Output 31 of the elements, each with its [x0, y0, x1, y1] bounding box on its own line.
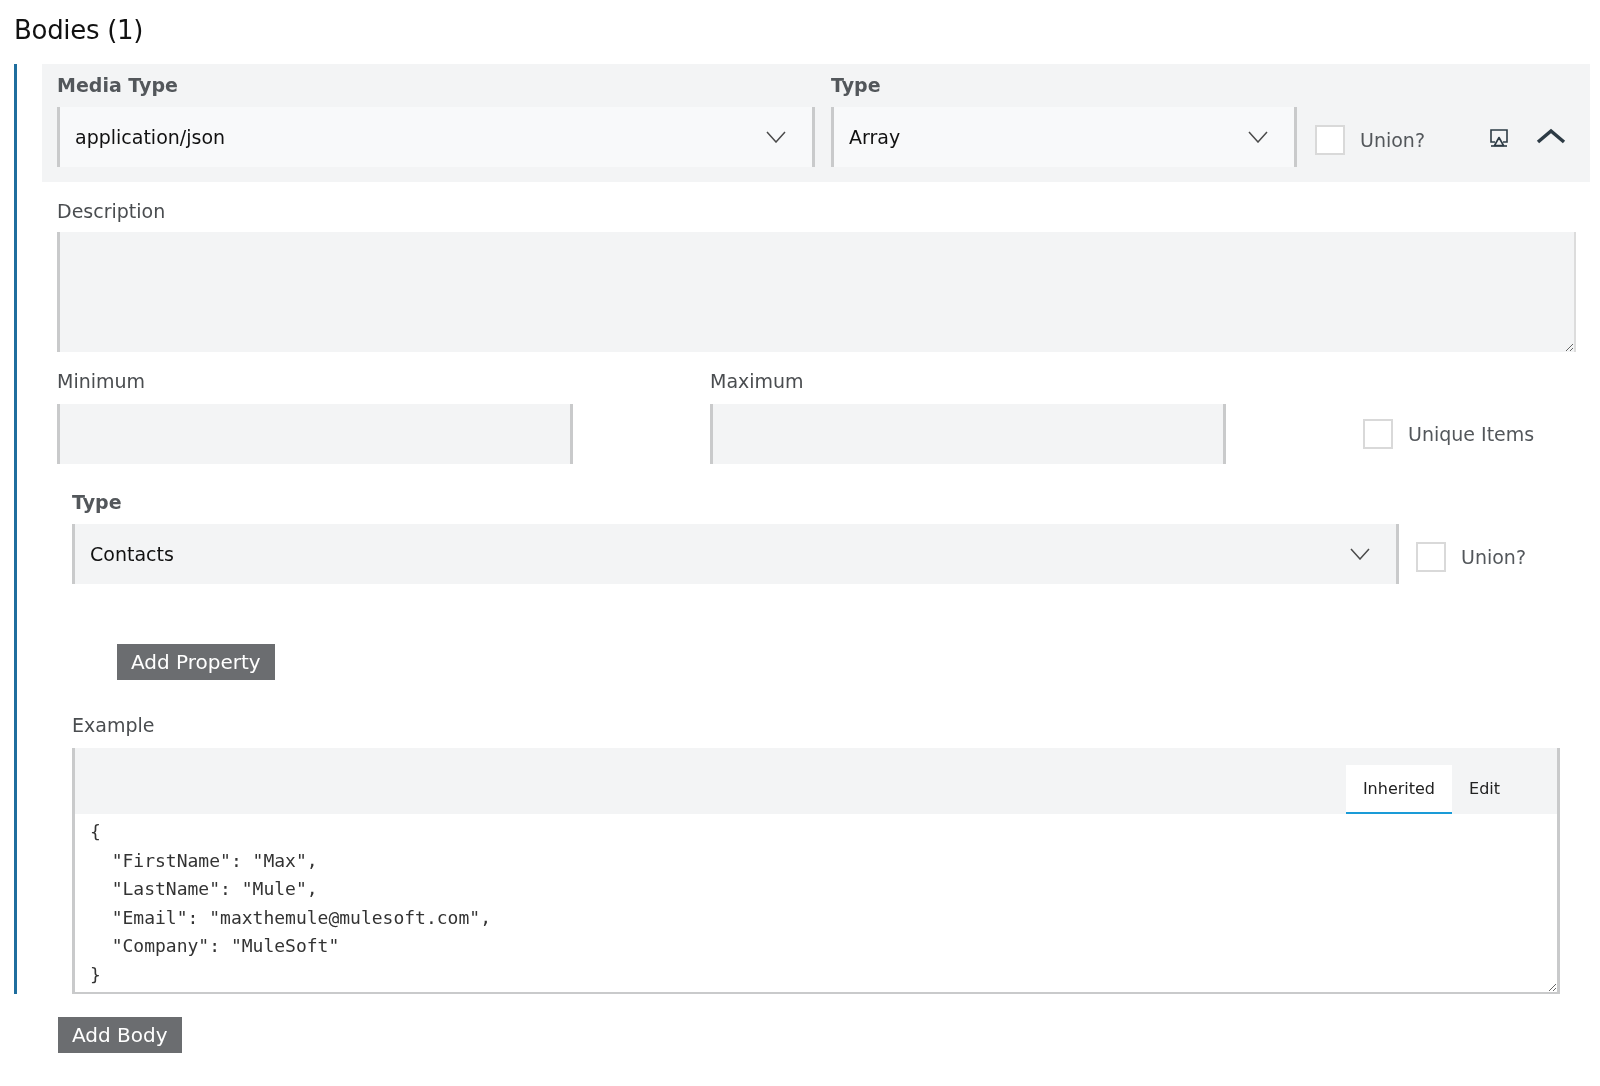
field-label: Description — [57, 199, 166, 223]
checkbox-label: Union? — [1360, 129, 1425, 151]
example-code-text: { "FirstName": "Max", "LastName": "Mule", "Email": "maxthemule@mulesoft.com", "Company": "MuleSoft" } — [90, 820, 491, 987]
minimum-field[interactable] — [57, 404, 573, 464]
union-checkbox[interactable] — [1416, 542, 1446, 572]
field-label: Type — [72, 490, 122, 515]
add-body-button[interactable]: Add Body — [58, 1017, 182, 1053]
chevron-up-icon[interactable] — [1536, 128, 1566, 144]
media-type-select[interactable]: application/json — [57, 107, 815, 167]
field-label: Type — [831, 73, 881, 98]
example-editor[interactable]: Inherited Edit { "FirstName": "Max", "LastName": "Mule", "Email": "maxthemule@mulesoft.com", "Company": "MuleSoft" } — [72, 748, 1560, 994]
add-property-button[interactable]: Add Property — [117, 644, 275, 680]
chevron-down-icon — [766, 131, 786, 143]
description-field[interactable] — [57, 232, 1576, 352]
display-icon[interactable] — [1490, 129, 1508, 147]
union-checkbox[interactable] — [1315, 125, 1345, 155]
checkbox-label: Unique Items — [1408, 423, 1535, 445]
editor-tab[interactable]: Edit — [1452, 765, 1517, 814]
section-title: Bodies (1) — [14, 14, 144, 47]
chevron-down-icon — [1350, 548, 1370, 560]
field-label: Media Type — [57, 73, 178, 98]
field-label: Minimum — [57, 369, 146, 393]
checkbox-label: Union? — [1461, 546, 1526, 568]
unique-items-checkbox[interactable] — [1363, 419, 1393, 449]
editor-tab[interactable]: Inherited — [1345, 765, 1452, 814]
chevron-down-icon — [1248, 131, 1268, 143]
field-label: Maximum — [710, 369, 804, 393]
items-type-select[interactable]: Contacts — [72, 524, 1399, 584]
field-label: Example — [72, 713, 155, 737]
type-select[interactable]: Array — [831, 107, 1297, 167]
maximum-field[interactable] — [710, 404, 1226, 464]
